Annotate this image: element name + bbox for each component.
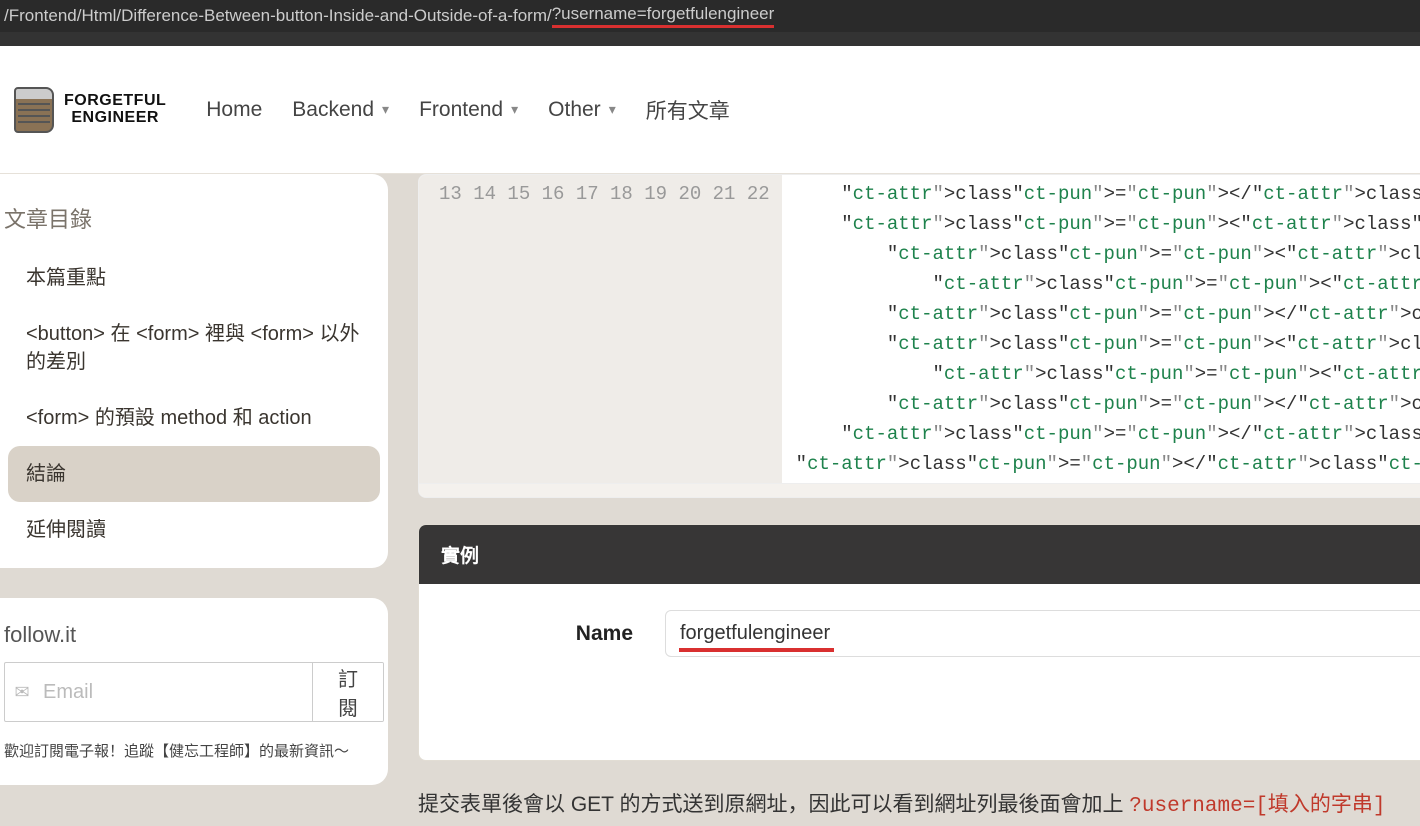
code-horizontal-scrollbar[interactable] bbox=[419, 483, 1420, 497]
form-label-name: Name bbox=[453, 622, 633, 646]
code-gutter: 13 14 15 16 17 18 19 20 21 22 bbox=[419, 175, 782, 483]
logo-icon bbox=[14, 87, 54, 133]
example-header: 實例 bbox=[419, 525, 1420, 584]
article-paragraph: 提交表單後會以 GET 的方式送到原網址，因此可以看到網址列最後面會加上 ?us… bbox=[418, 787, 1398, 825]
subscribe-button[interactable]: 訂閱 bbox=[312, 663, 383, 721]
chevron-down-icon: ▾ bbox=[609, 101, 616, 118]
nav-backend[interactable]: Backend ▾ bbox=[292, 98, 389, 122]
email-input[interactable] bbox=[39, 663, 312, 721]
inline-code: ?username=[填入的字串] bbox=[1129, 795, 1385, 818]
form-row: Name bbox=[453, 610, 1420, 657]
main-content: 13 14 15 16 17 18 19 20 21 22 "ct-attr">… bbox=[418, 174, 1420, 825]
logo-text: FORGETFUL ENGINEER bbox=[64, 93, 166, 127]
site-logo[interactable]: FORGETFUL ENGINEER bbox=[14, 87, 166, 133]
subscribe-card: follow.it ✉ 訂閱 歡迎訂閱電子報！追蹤【健忘工程師】的最新資訊～ bbox=[0, 598, 388, 785]
chevron-down-icon: ▾ bbox=[382, 101, 389, 118]
follow-brand: follow.it bbox=[0, 598, 388, 662]
top-navigation: FORGETFUL ENGINEER Home Backend ▾ Fronte… bbox=[0, 46, 1420, 174]
nav-all-posts[interactable]: 所有文章 bbox=[646, 95, 730, 125]
chevron-down-icon: ▾ bbox=[511, 101, 518, 118]
toc-item[interactable]: 結論 bbox=[8, 446, 380, 502]
nav-backend-label: Backend bbox=[292, 98, 374, 122]
toc-item[interactable]: <form> 的預設 method 和 action bbox=[8, 390, 380, 446]
toc-item[interactable]: 延伸閱讀 bbox=[8, 502, 380, 558]
nav-frontend-label: Frontend bbox=[419, 98, 503, 122]
code-lines[interactable]: "ct-attr">class"ct-pun">="ct-pun"></"ct-… bbox=[782, 175, 1420, 483]
address-bar[interactable]: /Frontend/Html/Difference-Between-button… bbox=[0, 0, 1420, 32]
nav-home[interactable]: Home bbox=[206, 98, 262, 122]
nav-other-label: Other bbox=[548, 98, 601, 122]
envelope-icon: ✉ bbox=[5, 663, 39, 721]
code-block: 13 14 15 16 17 18 19 20 21 22 "ct-attr">… bbox=[418, 174, 1420, 498]
address-query-highlight: ?username=forgetfulengineer bbox=[552, 4, 775, 28]
toc-item[interactable]: 本篇重點 bbox=[8, 250, 380, 306]
toc-item[interactable]: <button> 在 <form> 裡與 <form> 以外的差別 bbox=[8, 306, 380, 390]
email-subscribe-row: ✉ 訂閱 bbox=[4, 662, 384, 722]
example-card: 實例 Name 返回 提交 bbox=[418, 524, 1420, 761]
input-underline-highlight bbox=[679, 648, 834, 652]
nav-items: Home Backend ▾ Frontend ▾ Other ▾ 所有文章 bbox=[206, 95, 729, 125]
address-path: /Frontend/Html/Difference-Between-button… bbox=[4, 6, 552, 26]
toc-card: 文章目錄 本篇重點<button> 在 <form> 裡與 <form> 以外的… bbox=[0, 174, 388, 568]
toc-title: 文章目錄 bbox=[0, 174, 388, 250]
paragraph-text: 提交表單後會以 GET 的方式送到原網址，因此可以看到網址列最後面會加上 bbox=[418, 793, 1129, 816]
nav-frontend[interactable]: Frontend ▾ bbox=[419, 98, 518, 122]
subscribe-note: 歡迎訂閱電子報！追蹤【健忘工程師】的最新資訊～ bbox=[0, 740, 388, 785]
address-bar-shadow bbox=[0, 32, 1420, 46]
sidebar: 文章目錄 本篇重點<button> 在 <form> 裡與 <form> 以外的… bbox=[0, 174, 388, 825]
nav-other[interactable]: Other ▾ bbox=[548, 98, 616, 122]
